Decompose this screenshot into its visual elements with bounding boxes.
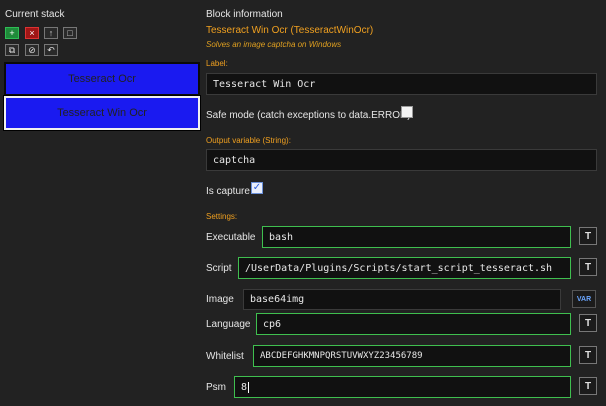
block-name: Tesseract Win Ocr (TesseractWinOcr)	[206, 25, 374, 36]
safe-mode-checkbox[interactable]	[401, 106, 413, 118]
output-variable-caption: Output variable (String):	[206, 136, 291, 145]
block-label: Tesseract Win Ocr	[57, 107, 147, 119]
plus-icon: +	[9, 27, 15, 38]
text-type-icon: T	[584, 317, 592, 329]
arrow-up-icon: ↑	[48, 27, 54, 38]
psm-value: 8	[241, 381, 248, 393]
label-input[interactable]: Tesseract Win Ocr	[206, 73, 597, 95]
image-label: Image	[206, 294, 234, 305]
disable-toggle-button[interactable]: ⊘	[25, 44, 39, 56]
output-variable-input[interactable]: captcha	[206, 149, 597, 171]
psm-label: Psm	[206, 382, 226, 393]
block-information-title: Block information	[206, 9, 283, 20]
script-label: Script	[206, 263, 232, 274]
executable-value: bash	[269, 231, 294, 243]
psm-input[interactable]: 8	[234, 376, 571, 398]
whitelist-input[interactable]: ABCDEFGHKMNPQRSTUVWXYZ23456789	[253, 345, 571, 367]
variable-icon: VAR	[576, 295, 592, 303]
text-type-icon: T	[584, 349, 592, 361]
current-stack-title: Current stack	[5, 9, 65, 20]
whitelist-type-button[interactable]: T	[579, 346, 597, 364]
stack-block-tesseract-win-ocr[interactable]: Tesseract Win Ocr	[3, 95, 201, 131]
script-type-button[interactable]: T	[579, 258, 597, 276]
undo-icon: ↶	[47, 44, 55, 55]
remove-block-button[interactable]: ×	[25, 27, 39, 39]
clone-block-button[interactable]: ⧉	[5, 44, 19, 56]
image-value: base64img	[250, 294, 305, 305]
is-capture-checkbox[interactable]: ✓	[251, 182, 263, 194]
image-input[interactable]: base64img	[243, 289, 561, 310]
script-input[interactable]: /UserData/Plugins/Scripts/start_script_t…	[238, 257, 571, 279]
block-label: Tesseract Ocr	[68, 73, 136, 85]
square-icon: □	[67, 27, 73, 38]
text-type-icon: T	[584, 230, 592, 242]
executable-input[interactable]: bash	[262, 226, 571, 248]
language-label: Language	[206, 319, 251, 330]
language-type-button[interactable]: T	[579, 314, 597, 332]
label-input-value: Tesseract Win Ocr	[213, 78, 316, 90]
executable-label: Executable	[206, 232, 256, 243]
language-input[interactable]: cp6	[256, 313, 571, 335]
script-value: /UserData/Plugins/Scripts/start_script_t…	[245, 262, 553, 274]
stack-block-tesseract-ocr[interactable]: Tesseract Ocr	[4, 62, 200, 96]
add-block-button[interactable]: +	[5, 27, 19, 39]
checkmark-icon: ✓	[252, 182, 262, 193]
text-type-icon: T	[584, 380, 592, 392]
psm-type-button[interactable]: T	[579, 377, 597, 395]
close-icon: ×	[29, 27, 35, 38]
block-description: Solves an image captcha on Windows	[206, 40, 342, 49]
undo-button[interactable]: ↶	[44, 44, 58, 56]
whitelist-value: ABCDEFGHKMNPQRSTUVWXYZ23456789	[260, 351, 423, 361]
disable-block-button[interactable]: □	[63, 27, 77, 39]
move-up-button[interactable]: ↑	[44, 27, 58, 39]
language-value: cp6	[263, 318, 282, 330]
text-cursor	[248, 381, 250, 393]
ban-icon: ⊘	[28, 44, 36, 55]
is-capture-label: Is capture	[206, 186, 250, 197]
clone-icon: ⧉	[8, 44, 16, 55]
settings-caption: Settings:	[206, 212, 238, 221]
text-type-icon: T	[584, 261, 592, 273]
whitelist-label: Whitelist	[206, 351, 244, 362]
executable-type-button[interactable]: T	[579, 227, 597, 245]
label-caption: Label:	[206, 59, 228, 68]
safe-mode-label: Safe mode (catch exceptions to data.ERRO…	[206, 110, 411, 121]
output-variable-value: captcha	[213, 154, 256, 166]
image-var-button[interactable]: VAR	[572, 290, 596, 308]
